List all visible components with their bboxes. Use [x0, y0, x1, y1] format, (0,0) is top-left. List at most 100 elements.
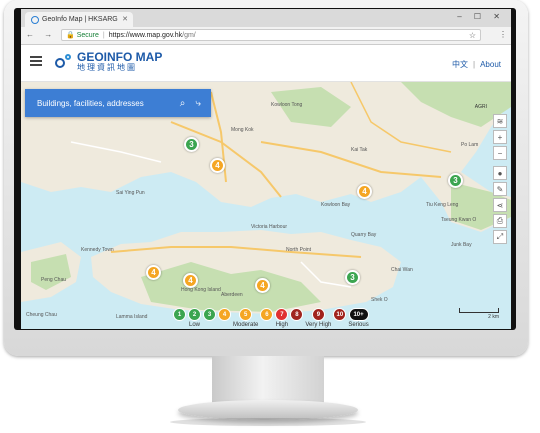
- scale-ruler: [459, 308, 499, 313]
- monitor-stand: [178, 400, 358, 420]
- legend-item: 7 High: [275, 308, 289, 329]
- url-field[interactable]: 🔒 Secure | https://www.map.gov.hk/gm/ ☆: [61, 29, 481, 41]
- scale-label: 2 km: [488, 314, 499, 320]
- share-icon[interactable]: ⋖: [493, 198, 507, 212]
- hamburger-menu-icon[interactable]: [30, 56, 42, 66]
- address-bar: ← → C 🔒 Secure | https://www.map.gov.hk/…: [21, 27, 511, 45]
- legend-item: 4: [218, 308, 231, 329]
- monitor-frame: GeoInfo Map | HKSARG ✕ – ☐ ✕ ← → C 🔒 Sec…: [4, 0, 528, 356]
- geoinfo-logo[interactable]: GEOINFO MAP 地理資訊地圖: [54, 51, 162, 73]
- map-marker[interactable]: 4: [210, 158, 225, 173]
- legend-level-badge: 8: [290, 308, 304, 321]
- legend-level-badge: 6: [260, 308, 274, 321]
- map-label: Lamma Island: [116, 314, 148, 320]
- map-label: Cheung Chau: [26, 312, 57, 318]
- map-label: Kowloon Tong: [271, 102, 303, 108]
- header-links: 中文 | About: [452, 59, 501, 70]
- legend-item: 2 Low: [188, 308, 201, 329]
- map-marker[interactable]: 3: [345, 270, 360, 285]
- lock-icon: 🔒: [66, 32, 75, 39]
- url-separator: |: [102, 31, 105, 39]
- language-switch-link[interactable]: 中文: [452, 60, 468, 69]
- scale-bar: 2 km: [459, 308, 499, 320]
- legend-item: 1: [173, 308, 186, 329]
- search-icon[interactable]: ⌕: [180, 98, 186, 109]
- zoom-out-button[interactable]: −: [493, 146, 507, 160]
- map-label: Peng Chau: [41, 277, 67, 283]
- risk-legend: 1 2 Low 3 4 5 Moderate 6 7 High 8 9 Very High 10 10+ Se…: [173, 308, 371, 329]
- map-marker[interactable]: 3: [448, 173, 463, 188]
- window-controls[interactable]: – ☐ ✕: [457, 12, 505, 21]
- legend-level-badge: 5: [239, 308, 253, 321]
- legend-level-badge: 9: [311, 308, 325, 321]
- map-label: Kai Tak: [351, 147, 368, 153]
- layers-icon[interactable]: ≋: [493, 114, 507, 128]
- search-bar[interactable]: Buildings, facilities, addresses ⌕ ⤷: [25, 89, 211, 117]
- legend-item: 5 Moderate: [233, 308, 258, 329]
- logo-title-en: GEOINFO MAP: [77, 50, 163, 64]
- directions-icon[interactable]: ⤷: [195, 98, 201, 109]
- legend-caption: Very High: [305, 322, 332, 328]
- map-label: Sai Ying Pun: [116, 190, 145, 196]
- legend-item: 6: [260, 308, 274, 329]
- map-label: Junk Bay: [451, 242, 472, 248]
- location-pin-icon[interactable]: ●: [493, 166, 507, 180]
- map-label: Shek O: [371, 297, 388, 303]
- map-label: Aberdeen: [221, 292, 243, 298]
- legend-item: 8: [290, 308, 304, 329]
- map-label: Chai Wan: [391, 267, 413, 273]
- map-view[interactable]: Buildings, facilities, addresses ⌕ ⤷ AGR…: [21, 82, 511, 329]
- browser-window: GeoInfo Map | HKSARG ✕ – ☐ ✕ ← → C 🔒 Sec…: [21, 9, 511, 329]
- browser-menu-icon[interactable]: ⋮: [499, 30, 507, 39]
- tab-title: GeoInfo Map | HKSARG: [42, 16, 118, 23]
- legend-level-badge: 4: [218, 308, 231, 321]
- legend-level-badge: 1: [173, 308, 186, 321]
- stand-shadow: [170, 418, 366, 426]
- logo-title-zh: 地理資訊地圖: [77, 63, 137, 72]
- map-label: Kennedy Town: [81, 247, 114, 253]
- map-label: Po Lam: [461, 142, 479, 148]
- map-marker[interactable]: 4: [183, 273, 198, 288]
- legend-item: 9 Very High: [305, 308, 331, 329]
- map-label: Victoria Harbour: [251, 224, 288, 230]
- map-label: Hong Kong Island: [181, 287, 221, 293]
- print-icon[interactable]: ⎙: [493, 214, 507, 228]
- map-marker[interactable]: 4: [146, 265, 161, 280]
- bookmark-star-icon[interactable]: ☆: [469, 31, 476, 40]
- legend-level-badge: 10: [333, 308, 347, 321]
- map-marker[interactable]: 4: [255, 278, 270, 293]
- legend-level-badge: 10+: [348, 308, 369, 321]
- favicon-icon: [31, 15, 39, 24]
- map-toolbar: ≋ + − ● ✎ ⋖ ⎙ ⤢: [493, 114, 507, 246]
- link-divider: |: [473, 60, 476, 69]
- map-label: Mong Kok: [231, 127, 254, 133]
- map-label: Quarry Bay: [351, 232, 377, 238]
- legend-level-badge: 2: [188, 308, 201, 321]
- legend-caption: Serious: [348, 322, 369, 328]
- legend-item: 10: [333, 308, 347, 329]
- map-marker[interactable]: 4: [357, 184, 372, 199]
- logo-mark-icon: [54, 52, 74, 72]
- map-label: Kowloon Bay: [321, 202, 351, 208]
- search-input[interactable]: Buildings, facilities, addresses: [37, 99, 180, 108]
- legend-caption: Moderate: [233, 322, 259, 328]
- fullscreen-icon[interactable]: ⤢: [493, 230, 507, 244]
- url-path: /gm/: [182, 31, 196, 39]
- url-host: https://www.map.gov.hk: [108, 31, 183, 39]
- legend-caption: Low: [188, 322, 200, 328]
- legend-level-badge: 7: [275, 308, 289, 321]
- about-link[interactable]: About: [480, 60, 501, 69]
- measure-icon[interactable]: ✎: [493, 182, 507, 196]
- legend-caption: High: [275, 322, 289, 328]
- secure-label: Secure: [76, 31, 99, 39]
- tab-bar: GeoInfo Map | HKSARG ✕ – ☐ ✕: [21, 9, 511, 27]
- map-label: Tiu Keng Leng: [426, 202, 459, 208]
- map-label: Tseung Kwan O: [441, 217, 477, 223]
- legend-item: 10+ Serious: [348, 308, 369, 329]
- zoom-in-button[interactable]: +: [493, 130, 507, 144]
- url-text: https://www.map.gov.hk/gm/: [109, 32, 196, 39]
- map-marker[interactable]: 3: [184, 137, 199, 152]
- app-header: GEOINFO MAP 地理資訊地圖 中文 | About: [21, 45, 511, 82]
- browser-tab[interactable]: GeoInfo Map | HKSARG ✕: [25, 12, 133, 27]
- close-tab-icon[interactable]: ✕: [122, 15, 128, 23]
